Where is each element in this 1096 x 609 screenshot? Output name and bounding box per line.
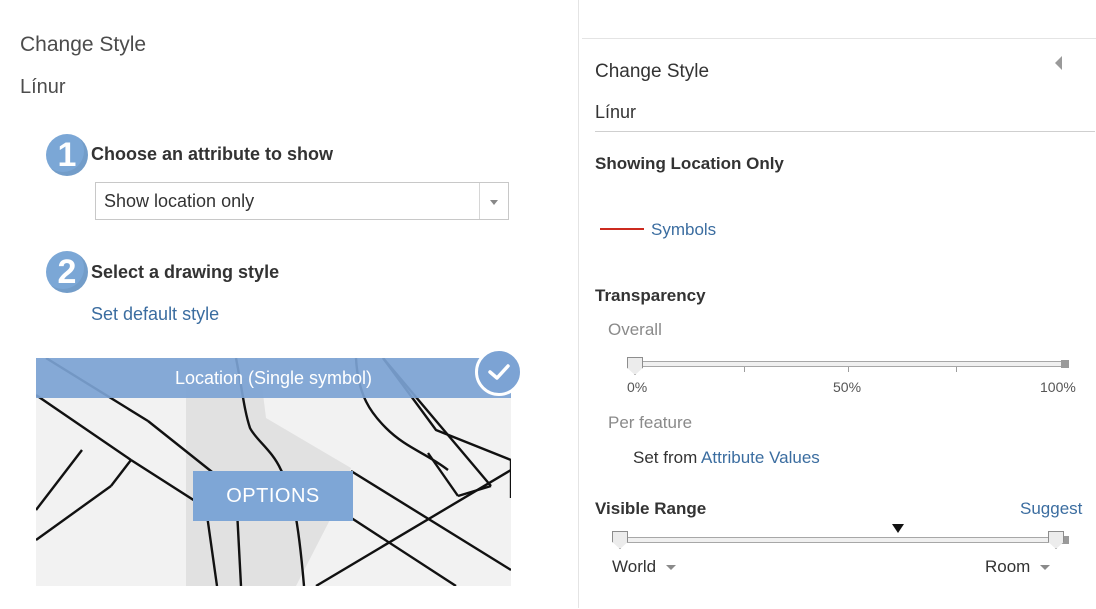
step-1-label: Choose an attribute to show bbox=[91, 144, 334, 164]
slider-end-cap bbox=[1061, 360, 1069, 368]
set-from-text: Set from bbox=[633, 448, 698, 467]
scale-label-mid: 50% bbox=[833, 379, 862, 395]
min-scale-value: World bbox=[612, 557, 657, 576]
attribute-select[interactable]: Show location only bbox=[95, 182, 509, 220]
set-from-attribute-row: Set from Attribute Values bbox=[633, 448, 820, 468]
step-1-badge: 1 bbox=[46, 134, 88, 176]
max-scale-value: Room bbox=[985, 557, 1031, 576]
attribute-values-link[interactable]: Attribute Values bbox=[701, 448, 820, 467]
style-card-label: Location (Single symbol) bbox=[36, 358, 511, 398]
step-2-badge: 2 bbox=[46, 251, 88, 293]
range-max-handle[interactable] bbox=[1048, 531, 1064, 549]
checkmark-icon bbox=[475, 348, 523, 396]
slider-tick bbox=[848, 367, 849, 372]
chevron-down-icon bbox=[666, 565, 677, 571]
attribute-select-value: Show location only bbox=[104, 191, 255, 211]
transparency-slider-handle[interactable] bbox=[627, 357, 643, 375]
min-scale-dropdown[interactable]: World bbox=[612, 557, 677, 577]
options-button[interactable]: OPTIONS bbox=[193, 471, 353, 521]
change-style-panel: Change Style Línur 1 Choose an attribute… bbox=[0, 0, 579, 608]
showing-location-heading: Showing Location Only bbox=[595, 154, 784, 173]
range-min-handle[interactable] bbox=[612, 531, 628, 549]
slider-tick bbox=[744, 367, 745, 372]
style-card-location-single-symbol[interactable]: Location (Single symbol) OPTIONS bbox=[36, 358, 511, 586]
per-feature-label: Per feature bbox=[608, 413, 693, 432]
chevron-down-icon[interactable] bbox=[479, 183, 508, 219]
transparency-heading: Transparency bbox=[595, 286, 706, 305]
symbols-link[interactable]: Symbols bbox=[651, 220, 716, 240]
current-scale-marker-icon bbox=[892, 524, 904, 533]
symbol-options-panel: Change Style Línur Showing Location Only… bbox=[582, 38, 1096, 609]
options-title: Change Style bbox=[595, 61, 710, 82]
chevron-down-icon bbox=[1040, 565, 1051, 571]
range-slider-track[interactable] bbox=[613, 537, 1067, 543]
line-symbol-swatch[interactable] bbox=[600, 228, 644, 230]
suggest-link[interactable]: Suggest bbox=[1020, 499, 1082, 519]
layer-name: Línur bbox=[20, 76, 66, 98]
slider-tick bbox=[956, 367, 957, 372]
overall-label: Overall bbox=[608, 320, 662, 339]
collapse-arrow-icon[interactable] bbox=[1055, 56, 1062, 70]
max-scale-dropdown[interactable]: Room bbox=[985, 557, 1051, 577]
header-divider bbox=[595, 131, 1095, 132]
scale-label-max: 100% bbox=[1040, 379, 1076, 395]
scale-label-min: 0% bbox=[627, 379, 648, 395]
panel-title: Change Style bbox=[20, 33, 147, 56]
options-layer-name: Línur bbox=[595, 102, 637, 122]
visible-range-heading: Visible Range bbox=[595, 499, 707, 518]
set-default-style-link[interactable]: Set default style bbox=[91, 304, 219, 325]
step-2-label: Select a drawing style bbox=[91, 262, 280, 282]
